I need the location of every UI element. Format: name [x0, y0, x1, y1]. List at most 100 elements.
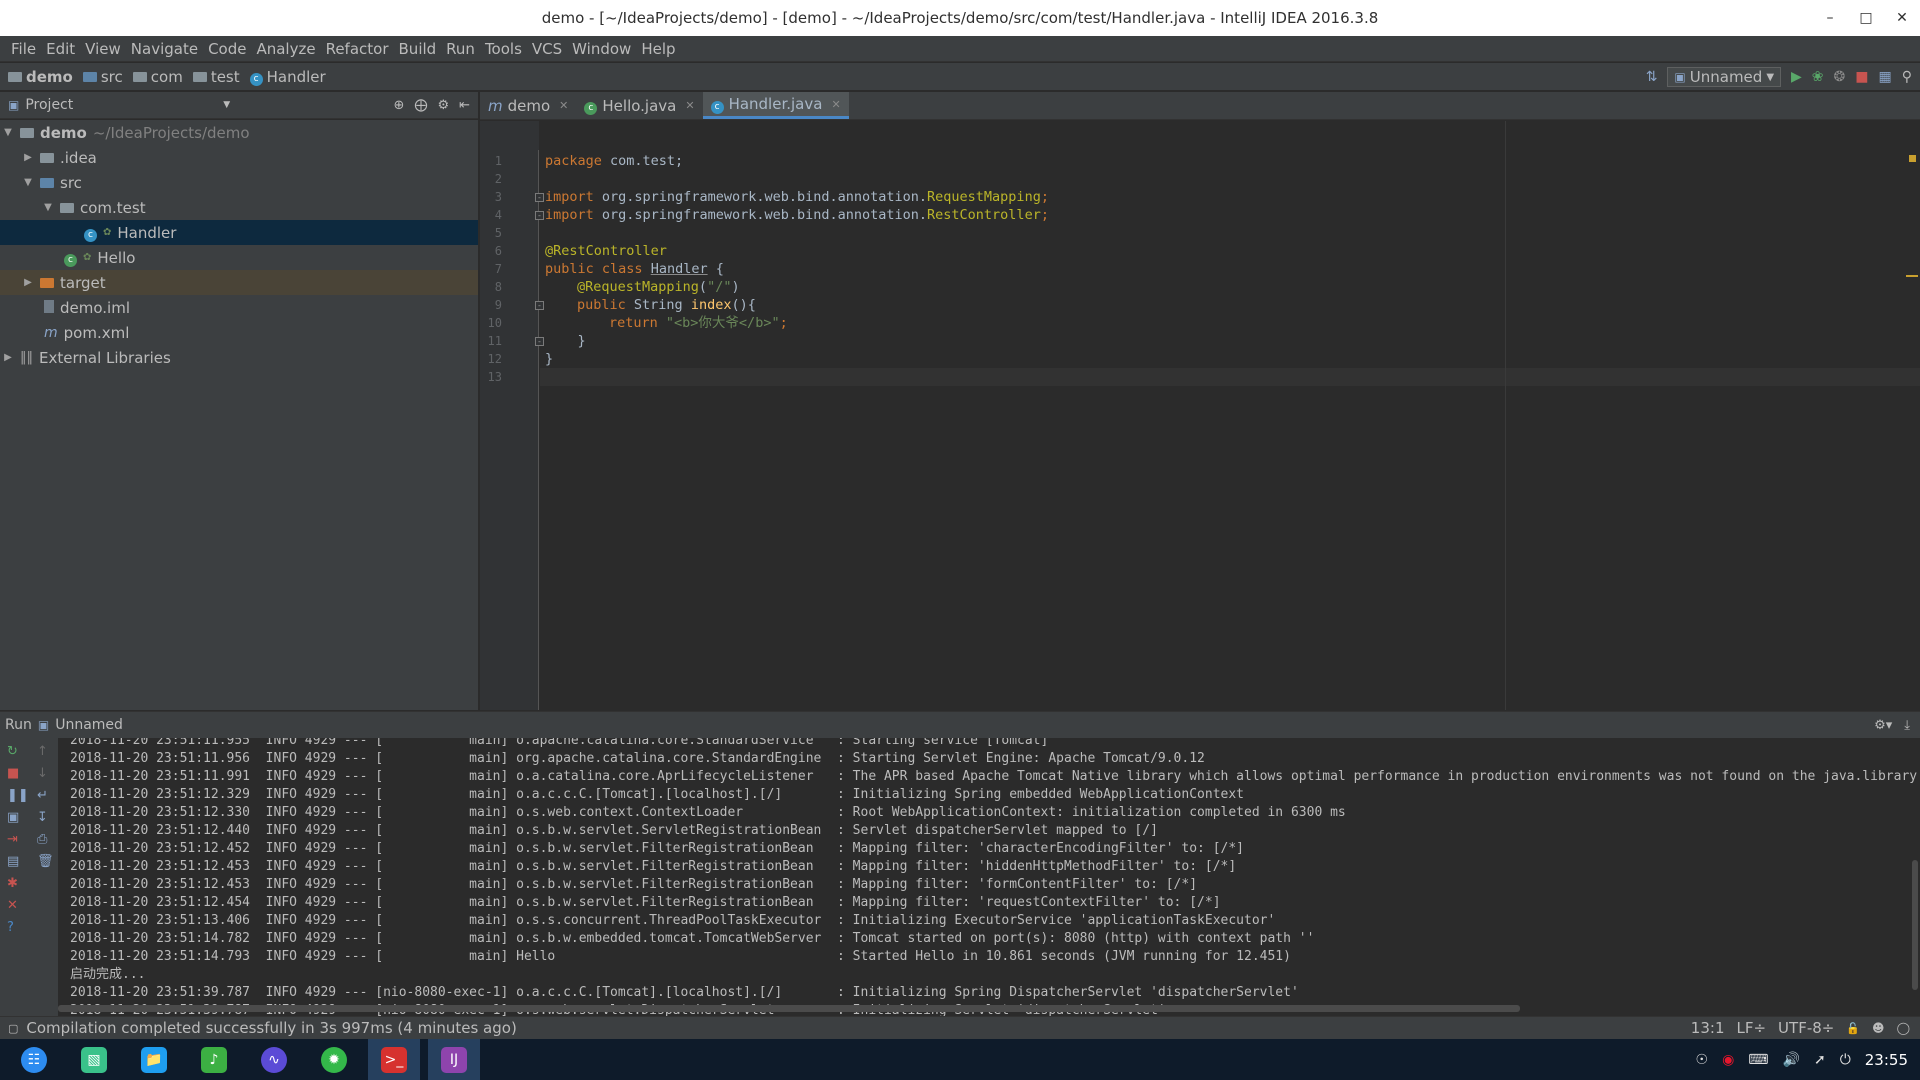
menu-build[interactable]: Build [394, 40, 442, 58]
run-config-name[interactable]: Unnamed [55, 717, 123, 733]
close-tab-icon[interactable]: ✕ [685, 99, 694, 112]
tree-item-handler[interactable]: c ✿ Handler [0, 220, 478, 245]
tab-handler-java[interactable]: c Handler.java ✕ [702, 92, 849, 119]
layout-icon[interactable]: ▤ [7, 854, 29, 869]
status-message[interactable]: Compilation completed successfully in 3s… [26, 1019, 516, 1037]
launcher-button[interactable]: ☷ [8, 1039, 60, 1080]
tree-item-target[interactable]: ▶ target [0, 270, 478, 295]
menu-vcs[interactable]: VCS [527, 40, 567, 58]
expand-arrow-icon[interactable]: ▼ [0, 127, 16, 138]
rerun-icon[interactable]: ↻ [7, 744, 29, 759]
file-encoding[interactable]: UTF-8÷ [1778, 1019, 1834, 1037]
debug-icon[interactable]: ❀ [1812, 69, 1824, 85]
tree-item-src[interactable]: ▼ src [0, 170, 478, 195]
keyboard-icon[interactable]: ⌨ [1748, 1052, 1768, 1068]
hector-icon[interactable]: ☻ [1872, 1021, 1885, 1035]
taskbar-app[interactable]: 📁 [128, 1039, 180, 1080]
breadcrumb-handler[interactable]: c Handler [249, 67, 326, 86]
arrow-up-icon[interactable]: ↑ [37, 744, 54, 759]
search-icon[interactable]: ⚲ [1902, 69, 1912, 85]
tree-item-pom-xml[interactable]: m pom.xml [0, 320, 478, 345]
volume-icon[interactable]: 🔊 [1783, 1052, 1800, 1068]
project-structure-icon[interactable]: ▦ [1879, 69, 1892, 85]
breadcrumb-com[interactable]: com [132, 68, 183, 86]
taskbar-app[interactable]: ✹ [308, 1039, 360, 1080]
tree-item-demo-iml[interactable]: demo.iml [0, 295, 478, 320]
gear-icon[interactable]: ⚙▾ [1874, 718, 1892, 733]
warning-marker-icon[interactable] [1909, 155, 1916, 162]
collapse-icon[interactable]: ⨁ [414, 98, 427, 113]
horizontal-scrollbar[interactable] [58, 1005, 1520, 1012]
close-icon[interactable]: ✕ [7, 898, 29, 913]
vertical-scrollbar[interactable] [1912, 860, 1918, 990]
arrow-down-icon[interactable]: ↓ [37, 766, 54, 781]
tree-item-com-test[interactable]: ▼ com.test [0, 195, 478, 220]
fold-icon[interactable]: - [535, 301, 544, 310]
project-view-select[interactable]: Project [25, 97, 73, 113]
collapse-arrow-icon[interactable]: ▶ [0, 352, 16, 363]
menu-tools[interactable]: Tools [480, 40, 527, 58]
cursor-position[interactable]: 13:1 [1691, 1019, 1725, 1037]
close-tab-icon[interactable]: ✕ [559, 99, 568, 112]
soft-wrap-icon[interactable]: ↵ [37, 788, 54, 803]
chevron-down-icon[interactable]: ▼ [223, 100, 230, 110]
taskbar-app[interactable]: IJ [428, 1039, 480, 1080]
help-icon[interactable]: ? [7, 920, 29, 935]
tree-item-idea[interactable]: ▶ .idea [0, 145, 478, 170]
usb-icon[interactable]: ☉ [1696, 1052, 1709, 1068]
lock-icon[interactable]: 🔓 [1846, 1022, 1860, 1035]
taskbar-app[interactable]: >_ [368, 1039, 420, 1080]
pause-icon[interactable]: ❚❚ [7, 788, 29, 803]
event-log-icon[interactable]: ◯ [1897, 1021, 1910, 1035]
network-icon[interactable]: ➚ [1814, 1052, 1826, 1068]
clear-all-icon[interactable]: 🗑 [37, 854, 54, 869]
run-icon[interactable]: ▶ [1791, 69, 1802, 85]
stop-icon[interactable]: ■ [1855, 69, 1868, 85]
run-config-select[interactable]: ▣ Unnamed ▼ [1667, 67, 1782, 87]
menu-window[interactable]: Window [567, 40, 636, 58]
menu-code[interactable]: Code [203, 40, 251, 58]
breadcrumb-demo[interactable]: demo [8, 68, 73, 86]
hide-panel-icon[interactable]: ⤓ [1904, 718, 1910, 733]
line-separator[interactable]: LF÷ [1736, 1019, 1766, 1037]
close-tab-icon[interactable]: ✕ [831, 98, 840, 111]
breadcrumb-src[interactable]: src [82, 68, 123, 86]
coverage-icon[interactable]: ❂ [1834, 69, 1846, 85]
menu-view[interactable]: View [80, 40, 126, 58]
menu-navigate[interactable]: Navigate [126, 40, 203, 58]
menu-help[interactable]: Help [636, 40, 680, 58]
fold-icon[interactable]: - [535, 211, 544, 220]
dump-threads-icon[interactable]: ▣ [7, 810, 29, 825]
tab-demo[interactable]: m demo ✕ [480, 92, 576, 119]
taskbar-app[interactable]: ∿ [248, 1039, 300, 1080]
taskbar-app[interactable]: ▧ [68, 1039, 120, 1080]
close-icon[interactable]: ✕ [1884, 0, 1920, 36]
menu-run[interactable]: Run [441, 40, 480, 58]
scroll-to-end-icon[interactable]: ↧ [37, 810, 54, 825]
fold-icon[interactable]: - [535, 193, 544, 202]
build-icon[interactable]: ⇅ [1646, 69, 1658, 85]
pin-icon[interactable]: ✱ [7, 876, 29, 891]
weibo-icon[interactable]: ◉ [1722, 1052, 1734, 1068]
fold-icon[interactable]: - [535, 337, 544, 346]
stop-icon[interactable]: ■ [7, 766, 29, 781]
tool-windows-icon[interactable]: ▢ [8, 1022, 18, 1035]
collapse-arrow-icon[interactable]: ▶ [20, 277, 36, 288]
minimize-icon[interactable]: – [1812, 0, 1848, 36]
power-icon[interactable]: ⏻ [1840, 1052, 1851, 1068]
tree-item-hello[interactable]: c ✿ Hello [0, 245, 478, 270]
tree-item-demo[interactable]: ▼ demo ~/IdeaProjects/demo [0, 120, 478, 145]
tab-hello-java[interactable]: c Hello.java ✕ [576, 92, 702, 119]
menu-file[interactable]: File [6, 40, 41, 58]
menu-refactor[interactable]: Refactor [321, 40, 394, 58]
hide-icon[interactable]: ⇤ [459, 98, 470, 113]
collapse-arrow-icon[interactable]: ▶ [20, 152, 36, 163]
expand-arrow-icon[interactable]: ▼ [20, 177, 36, 188]
expand-arrow-icon[interactable]: ▼ [40, 202, 56, 213]
maximize-icon[interactable]: □ [1848, 0, 1884, 36]
print-icon[interactable]: ⎙ [37, 832, 54, 847]
breadcrumb-test[interactable]: test [192, 68, 240, 86]
clock[interactable]: 23:55 [1865, 1051, 1908, 1069]
locate-icon[interactable]: ⊕ [394, 98, 405, 113]
menu-analyze[interactable]: Analyze [251, 40, 320, 58]
